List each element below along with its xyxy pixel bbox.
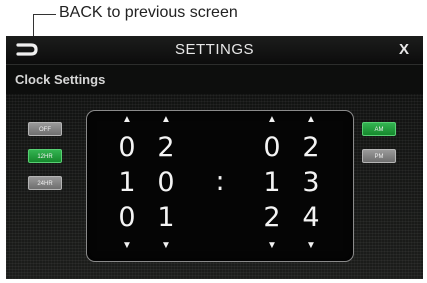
pm-button[interactable]: PM <box>362 149 396 163</box>
digit: 2 <box>157 132 175 163</box>
screen-title: SETTINGS <box>174 41 254 58</box>
hour-ones-column: ▲ 2 0 1 ▼ <box>152 111 180 261</box>
off-button[interactable]: OFF <box>28 122 62 136</box>
digit-selected: 3 <box>302 167 320 198</box>
minute-ones-down-arrow-icon[interactable]: ▼ <box>297 241 325 251</box>
digit: 0 <box>118 202 136 233</box>
24hr-button[interactable]: 24HR <box>28 176 62 190</box>
manual-figure: BACK to previous screen SETTINGS X Clock… <box>0 0 427 283</box>
digit: 0 <box>118 132 136 163</box>
title-bar: SETTINGS X <box>6 36 423 65</box>
hour-tens-down-arrow-icon[interactable]: ▼ <box>113 241 141 251</box>
section-title: Clock Settings <box>15 72 106 87</box>
minute-tens-column: ▲ 0 1 2 ▼ <box>258 111 286 261</box>
close-button[interactable]: X <box>399 41 409 58</box>
am-button[interactable]: AM <box>362 122 396 136</box>
digit: 1 <box>157 202 175 233</box>
digit-selected: 1 <box>263 167 281 198</box>
settings-screen: SETTINGS X Clock Settings OFF 12HR 24HR … <box>6 36 423 279</box>
digit: 4 <box>302 202 320 233</box>
hour-tens-column: ▲ 0 1 0 ▼ <box>113 111 141 261</box>
callout-leader-vertical <box>33 14 34 36</box>
digit-selected: 1 <box>118 167 136 198</box>
minute-ones-column: ▲ 2 3 4 ▼ <box>297 111 325 261</box>
minute-ones-up-arrow-icon[interactable]: ▲ <box>297 115 325 125</box>
minute-tens-down-arrow-icon[interactable]: ▼ <box>258 241 286 251</box>
hour-ones-down-arrow-icon[interactable]: ▼ <box>152 241 180 251</box>
time-separator: : <box>215 166 225 197</box>
callout-label: BACK to previous screen <box>59 4 238 21</box>
digit: 0 <box>263 132 281 163</box>
minute-tens-up-arrow-icon[interactable]: ▲ <box>258 115 286 125</box>
digit: 2 <box>302 132 320 163</box>
hour-tens-up-arrow-icon[interactable]: ▲ <box>113 115 141 125</box>
hour-ones-up-arrow-icon[interactable]: ▲ <box>152 115 180 125</box>
digit-selected: 0 <box>157 167 175 198</box>
digit: 2 <box>263 202 281 233</box>
time-picker-panel: ▲ 0 1 0 ▼ ▲ 2 0 1 ▼ : ▲ 0 1 2 ▼ ▲ 2 3 4 … <box>86 110 354 262</box>
12hr-button[interactable]: 12HR <box>28 149 62 163</box>
callout-leader-horizontal <box>33 14 56 15</box>
